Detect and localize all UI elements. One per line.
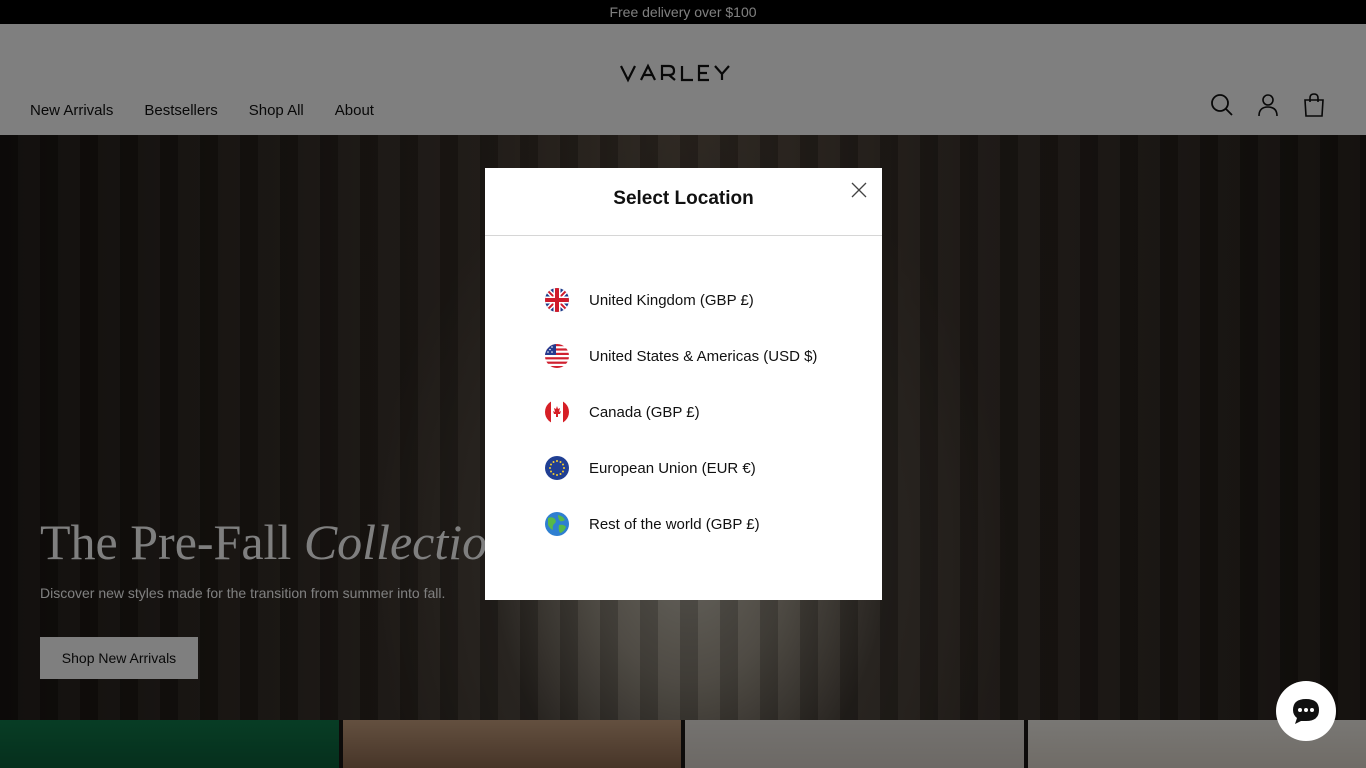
location-label: Canada (GBP £): [589, 403, 700, 421]
location-canada[interactable]: Canada (GBP £): [545, 384, 845, 440]
location-label: United States & Americas (USD $): [589, 347, 818, 365]
location-european-union[interactable]: European Union (EUR €): [545, 440, 845, 496]
us-flag-icon: [545, 344, 569, 368]
chat-button[interactable]: [1276, 681, 1336, 741]
close-icon[interactable]: [850, 181, 868, 199]
location-united-states[interactable]: United States & Americas (USD $): [545, 328, 845, 384]
modal-header: Select Location: [485, 168, 882, 236]
canada-flag-icon: [545, 400, 569, 424]
modal-title: Select Location: [613, 188, 754, 209]
chat-icon: [1293, 699, 1319, 724]
location-modal: Select Location United Kingdom (GBP £) U…: [485, 168, 882, 600]
globe-icon: [545, 512, 569, 536]
location-label: Rest of the world (GBP £): [589, 515, 760, 533]
eu-flag-icon: [545, 456, 569, 480]
location-rest-of-world[interactable]: Rest of the world (GBP £): [545, 496, 845, 552]
location-label: European Union (EUR €): [589, 459, 756, 477]
uk-flag-icon: [545, 288, 569, 312]
location-united-kingdom[interactable]: United Kingdom (GBP £): [545, 272, 845, 328]
location-label: United Kingdom (GBP £): [589, 291, 754, 309]
